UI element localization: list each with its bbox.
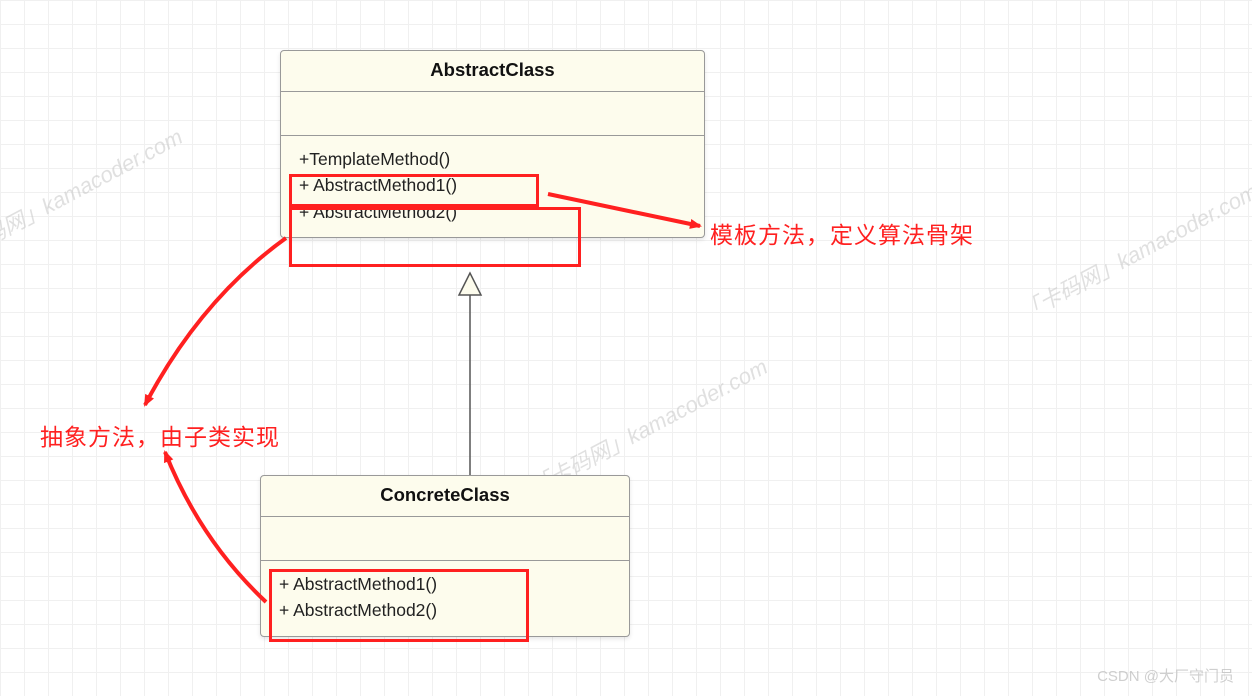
watermark-3: 「卡码网」kamacoder.com <box>1013 175 1252 328</box>
concrete-method2: + AbstractMethod2() <box>279 597 611 623</box>
abstract-class-name: AbstractClass <box>281 51 704 92</box>
method-template: +TemplateMethod() <box>299 146 686 172</box>
uml-abstract-class: AbstractClass +TemplateMethod() + Abstra… <box>280 50 705 238</box>
watermark-1: 「卡码网」kamacoder.com <box>0 120 188 273</box>
uml-concrete-class: ConcreteClass + AbstractMethod1() + Abst… <box>260 475 630 637</box>
abstract-class-attrs <box>281 92 704 136</box>
method-abstract1: + AbstractMethod1() <box>299 172 686 198</box>
annotation-template-method: 模板方法，定义算法骨架 <box>710 216 974 250</box>
concrete-class-methods: + AbstractMethod1() + AbstractMethod2() <box>261 561 629 636</box>
annotation-abstract-method: 抽象方法，由子类实现 <box>40 418 280 452</box>
concrete-class-attrs <box>261 517 629 561</box>
generalization-arrowhead <box>459 273 481 295</box>
method-abstract2: + AbstractMethod2() <box>299 199 686 225</box>
arrow-abstract-top <box>145 238 286 405</box>
arrow-abstract-bottom <box>165 452 266 602</box>
footer-credit: CSDN @大厂守门员 <box>1097 665 1234 686</box>
abstract-class-methods: +TemplateMethod() + AbstractMethod1() + … <box>281 136 704 237</box>
concrete-class-name: ConcreteClass <box>261 476 629 517</box>
concrete-method1: + AbstractMethod1() <box>279 571 611 597</box>
